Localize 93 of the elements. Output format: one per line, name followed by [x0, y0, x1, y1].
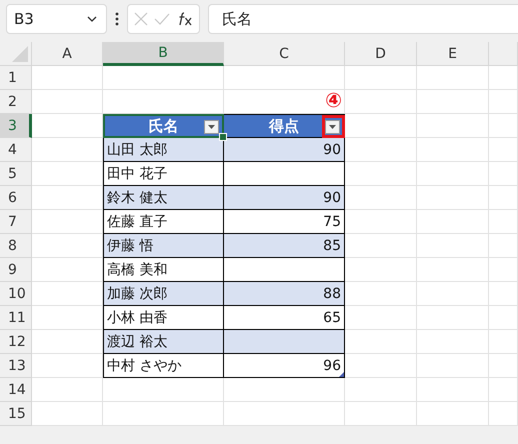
- empty-cell[interactable]: [489, 114, 518, 138]
- empty-cell[interactable]: [489, 66, 518, 90]
- empty-cell[interactable]: [489, 402, 518, 426]
- empty-cell[interactable]: [224, 378, 345, 402]
- more-options-icon[interactable]: [115, 12, 119, 26]
- table-cell: 中村 さやか: [103, 354, 224, 378]
- empty-cell[interactable]: [489, 186, 518, 210]
- empty-cell[interactable]: [417, 330, 489, 354]
- empty-cell[interactable]: [345, 258, 417, 282]
- empty-cell[interactable]: [224, 402, 345, 426]
- row-header[interactable]: 9: [0, 258, 32, 282]
- empty-cell[interactable]: [417, 378, 489, 402]
- empty-cell[interactable]: [417, 186, 489, 210]
- row-header[interactable]: 14: [0, 378, 32, 402]
- empty-cell[interactable]: [103, 402, 224, 426]
- table-cell: 渡辺 裕太: [103, 330, 224, 354]
- column-header[interactable]: [489, 42, 518, 66]
- insert-function-icon[interactable]: [176, 12, 193, 26]
- empty-cell[interactable]: [489, 258, 518, 282]
- empty-cell[interactable]: [417, 306, 489, 330]
- table-header-cell[interactable]: 氏名: [103, 114, 224, 138]
- column-header[interactable]: B: [103, 42, 224, 66]
- empty-cell[interactable]: [345, 66, 417, 90]
- empty-cell[interactable]: [489, 378, 518, 402]
- table-cell: 90: [224, 138, 345, 162]
- chevron-down-icon: [86, 15, 98, 23]
- column-header[interactable]: C: [224, 42, 345, 66]
- row-header[interactable]: 11: [0, 306, 32, 330]
- row-header[interactable]: 5: [0, 162, 32, 186]
- empty-cell[interactable]: [345, 354, 417, 378]
- table-cell: 88: [224, 282, 345, 306]
- filter-button[interactable]: [325, 120, 340, 134]
- empty-cell[interactable]: [224, 66, 345, 90]
- empty-cell[interactable]: [417, 234, 489, 258]
- row-header[interactable]: 13: [0, 354, 32, 378]
- empty-cell[interactable]: [103, 66, 224, 90]
- empty-cell[interactable]: [489, 162, 518, 186]
- empty-cell[interactable]: [417, 66, 489, 90]
- name-box[interactable]: B3: [6, 4, 107, 34]
- column-header[interactable]: E: [417, 42, 489, 66]
- empty-cell[interactable]: [489, 282, 518, 306]
- row-header[interactable]: 4: [0, 138, 32, 162]
- empty-cell[interactable]: [489, 234, 518, 258]
- dropdown-arrow-icon: [208, 125, 215, 129]
- table-cell: 鈴木 健太: [103, 186, 224, 210]
- row-header[interactable]: 8: [0, 234, 32, 258]
- empty-cell[interactable]: [489, 306, 518, 330]
- empty-cell[interactable]: [489, 210, 518, 234]
- table-cell: 加藤 次郎: [103, 282, 224, 306]
- row-header[interactable]: 12: [0, 330, 32, 354]
- empty-cell[interactable]: [417, 138, 489, 162]
- empty-cell[interactable]: [489, 138, 518, 162]
- resize-handle-icon[interactable]: [339, 372, 344, 377]
- dropdown-arrow-icon: [329, 125, 336, 129]
- empty-cell[interactable]: [489, 354, 518, 378]
- filter-button[interactable]: [204, 120, 219, 134]
- row-header[interactable]: 7: [0, 210, 32, 234]
- row-header[interactable]: 2: [0, 90, 32, 114]
- column-header[interactable]: A: [32, 42, 103, 66]
- row-header[interactable]: 15: [0, 402, 32, 426]
- table-cell: 96: [224, 354, 345, 378]
- step-number: ④: [325, 88, 342, 112]
- empty-cell[interactable]: [417, 354, 489, 378]
- empty-cell[interactable]: [489, 90, 518, 114]
- empty-cell[interactable]: [417, 402, 489, 426]
- row-header[interactable]: 6: [0, 186, 32, 210]
- table-cell: 90: [224, 186, 345, 210]
- formula-field[interactable]: 氏名: [208, 4, 518, 34]
- empty-cell[interactable]: [417, 162, 489, 186]
- table-cell: 85: [224, 234, 345, 258]
- fill-handle[interactable]: [219, 133, 227, 141]
- empty-cell[interactable]: [417, 258, 489, 282]
- checkmark-icon[interactable]: [154, 13, 170, 25]
- empty-cell[interactable]: [345, 402, 417, 426]
- row-header[interactable]: 1: [0, 66, 32, 90]
- cancel-icon[interactable]: [134, 12, 148, 26]
- select-all-icon[interactable]: [12, 46, 28, 62]
- empty-cell[interactable]: [417, 282, 489, 306]
- empty-cell[interactable]: [345, 306, 417, 330]
- row-header[interactable]: 3: [0, 114, 32, 138]
- empty-cell[interactable]: [417, 90, 489, 114]
- empty-cell[interactable]: [103, 378, 224, 402]
- empty-cell[interactable]: [417, 114, 489, 138]
- empty-cell[interactable]: [417, 210, 489, 234]
- column-header[interactable]: D: [345, 42, 417, 66]
- empty-cell[interactable]: [345, 378, 417, 402]
- table-cell: 伊藤 悟: [103, 234, 224, 258]
- empty-cell[interactable]: [345, 162, 417, 186]
- empty-cell[interactable]: [345, 210, 417, 234]
- table-cell: 山田 太郎: [103, 138, 224, 162]
- row-header[interactable]: 10: [0, 282, 32, 306]
- empty-cell[interactable]: [345, 90, 417, 114]
- empty-cell[interactable]: [489, 330, 518, 354]
